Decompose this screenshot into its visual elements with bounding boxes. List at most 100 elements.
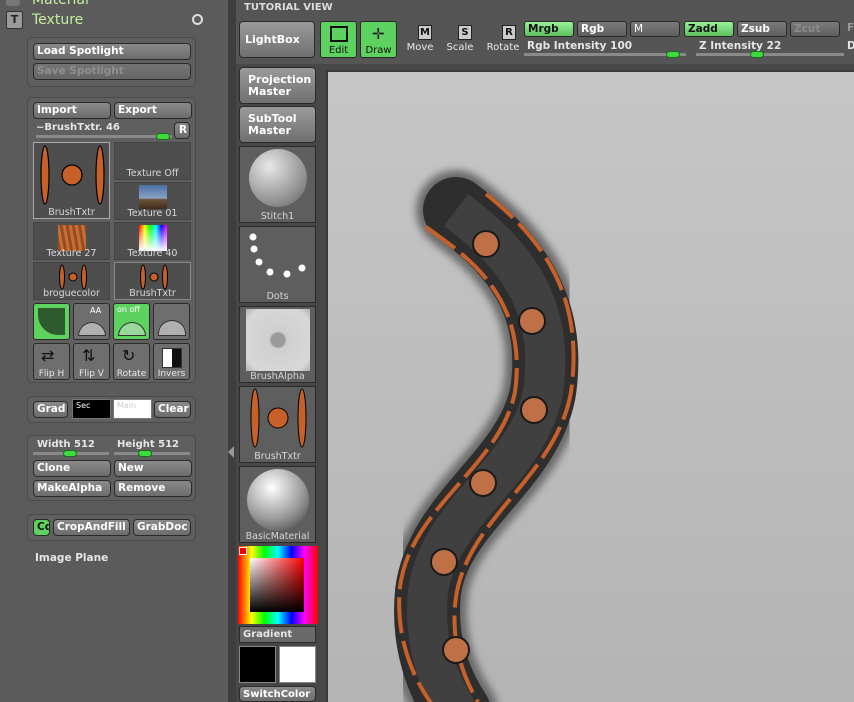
grabdoc-button[interactable]: GrabDoc bbox=[133, 519, 191, 536]
switchcolor-button[interactable]: SwitchColor bbox=[239, 686, 316, 702]
color-picker[interactable] bbox=[238, 546, 318, 624]
export-button[interactable]: Export bbox=[114, 102, 192, 119]
rotate-tool-icon: R bbox=[502, 25, 516, 40]
stitch-label: Stitch1 bbox=[260, 211, 295, 222]
texture-thumb-27[interactable]: Texture 27 bbox=[33, 222, 110, 260]
invers-label: Invers bbox=[157, 369, 186, 379]
save-spotlight-button[interactable]: Save Spotlight bbox=[33, 63, 191, 80]
draw-button[interactable]: ✛ Draw bbox=[360, 21, 397, 58]
zbrush-window: { "header": {"menu_above": "Material", "… bbox=[0, 0, 854, 702]
brushtxtr-tile[interactable]: BrushTxtr bbox=[239, 386, 316, 463]
secondary-color-swatch[interactable]: Sec bbox=[72, 399, 111, 419]
draw-icon: ✛ bbox=[372, 25, 385, 43]
move-label: Move bbox=[406, 42, 434, 53]
subtool-master-button[interactable]: SubTool Master bbox=[239, 106, 316, 143]
texture-thumb-brushtxtr-selected[interactable]: BrushTxtr bbox=[33, 142, 110, 219]
dots-stroke-tile[interactable]: Dots bbox=[239, 226, 316, 303]
flip-h-icon: ⇄ bbox=[41, 346, 55, 365]
brush-texture-image bbox=[40, 145, 105, 205]
thumb-caption: Texture 01 bbox=[127, 208, 178, 219]
clear-button[interactable]: Clear bbox=[154, 401, 191, 418]
basicmaterial-tile[interactable]: BasicMaterial bbox=[239, 466, 316, 543]
dots-stroke-icon bbox=[249, 233, 306, 278]
cd-toggle[interactable]: Cd bbox=[33, 519, 50, 536]
color-square[interactable] bbox=[250, 558, 304, 612]
gradient-button[interactable]: Gradient bbox=[239, 626, 316, 643]
thumb-caption: Texture 40 bbox=[127, 248, 178, 259]
scale-button[interactable]: S Scale bbox=[444, 22, 476, 56]
aa-button[interactable]: AA bbox=[73, 303, 110, 340]
material-icon bbox=[6, 0, 20, 6]
broguecolor-image bbox=[59, 264, 87, 290]
r-button[interactable]: R bbox=[174, 122, 190, 139]
height-slider[interactable] bbox=[114, 450, 190, 457]
refresh-icon[interactable] bbox=[192, 14, 203, 25]
edit-label: Edit bbox=[328, 45, 349, 56]
width-slider[interactable] bbox=[33, 450, 109, 457]
z-intensity-slider[interactable] bbox=[696, 51, 844, 58]
document-canvas[interactable] bbox=[326, 70, 854, 702]
rgb-toggle[interactable]: Rgb bbox=[577, 21, 627, 37]
landscape-image bbox=[139, 185, 167, 209]
mrgb-toggle[interactable]: Mrgb bbox=[524, 21, 574, 37]
new-button[interactable]: New bbox=[114, 460, 192, 477]
texture-thumb-broguecolor[interactable]: broguecolor bbox=[33, 262, 110, 300]
collapse-arrow-icon[interactable] bbox=[228, 446, 234, 458]
clone-button[interactable]: Clone bbox=[33, 460, 111, 477]
texture-thumb-brushtxtr[interactable]: BrushTxtr bbox=[114, 262, 191, 300]
projection-master-button[interactable]: Projection Master bbox=[239, 67, 316, 104]
rotate-label: Rotate bbox=[116, 369, 147, 379]
zadd-toggle[interactable]: Zadd bbox=[684, 21, 734, 37]
thumb-caption: BrushTxtr bbox=[129, 288, 176, 299]
cropandfill-button[interactable]: CropAndFill bbox=[53, 519, 130, 536]
brushtxtr-label: BrushTxtr bbox=[254, 451, 301, 462]
texture-thumb-off[interactable]: Texture Off bbox=[114, 142, 191, 180]
focal-shift-label-partial: F bbox=[847, 22, 854, 34]
lightbox-button[interactable]: LightBox bbox=[239, 21, 315, 58]
sharpen-button[interactable] bbox=[153, 303, 190, 340]
zcut-toggle[interactable]: Zcut bbox=[790, 21, 840, 37]
image-plane-menu[interactable]: Image Plane bbox=[35, 552, 108, 564]
brushalpha-tile[interactable]: BrushAlpha bbox=[239, 306, 316, 383]
flip-h-button[interactable]: ⇄ Flip H bbox=[33, 343, 70, 380]
import-button[interactable]: Import bbox=[33, 102, 111, 119]
flip-h-label: Flip H bbox=[38, 369, 65, 379]
rotate-tool-label: Rotate bbox=[486, 42, 520, 53]
move-button[interactable]: M Move bbox=[404, 22, 436, 56]
secondary-color-chip[interactable] bbox=[279, 646, 316, 683]
zsub-toggle[interactable]: Zsub bbox=[737, 21, 787, 37]
flip-v-label: Flip V bbox=[79, 369, 104, 379]
texture-palette-icon: T bbox=[6, 11, 23, 29]
load-spotlight-button[interactable]: Load Spotlight bbox=[33, 43, 191, 60]
main-color-chip[interactable] bbox=[239, 646, 276, 683]
texture-palette-title[interactable]: Texture bbox=[32, 12, 83, 28]
main-color-swatch[interactable]: Main bbox=[113, 399, 152, 419]
rotate-tool-button[interactable]: R Rotate bbox=[486, 22, 520, 56]
texture-thumb-01[interactable]: Texture 01 bbox=[114, 182, 191, 220]
grad-button[interactable]: Grad bbox=[33, 401, 68, 418]
makealpha-button[interactable]: MakeAlpha bbox=[33, 480, 111, 497]
texture-slider[interactable] bbox=[36, 133, 172, 140]
rgb-intensity-slider[interactable] bbox=[524, 51, 686, 58]
texture-on-toggle[interactable] bbox=[33, 303, 70, 340]
size-panel: Width 512 Height 512 Clone New MakeAlpha… bbox=[27, 435, 196, 501]
rotate-button[interactable]: ↻ Rotate bbox=[113, 343, 150, 380]
material-menu-label[interactable]: Material bbox=[32, 0, 89, 8]
thumb-caption: Texture 27 bbox=[46, 248, 97, 259]
palette-divider[interactable] bbox=[228, 0, 236, 702]
dial-icon bbox=[118, 322, 146, 336]
remove-button[interactable]: Remove bbox=[114, 480, 192, 497]
m-toggle[interactable]: M bbox=[630, 21, 680, 37]
flip-v-button[interactable]: ⇅ Flip V bbox=[73, 343, 110, 380]
gauge-icon bbox=[158, 320, 186, 336]
gradient-panel: Grad Sec Main Clear bbox=[27, 396, 196, 423]
stitch-brush-tile[interactable]: Stitch1 bbox=[239, 146, 316, 223]
current-texture-label: ~BrushTxtr. 46 bbox=[36, 122, 120, 133]
brushtxtr-shelf-icon bbox=[250, 388, 307, 448]
edit-button[interactable]: Edit bbox=[320, 21, 357, 58]
hue-marker-icon[interactable] bbox=[239, 547, 247, 555]
invers-button[interactable]: Invers bbox=[153, 343, 190, 380]
height-label: Height 512 bbox=[117, 439, 179, 450]
on-off-toggle[interactable]: on off bbox=[113, 303, 150, 340]
texture-thumb-40[interactable]: Texture 40 bbox=[114, 222, 191, 260]
